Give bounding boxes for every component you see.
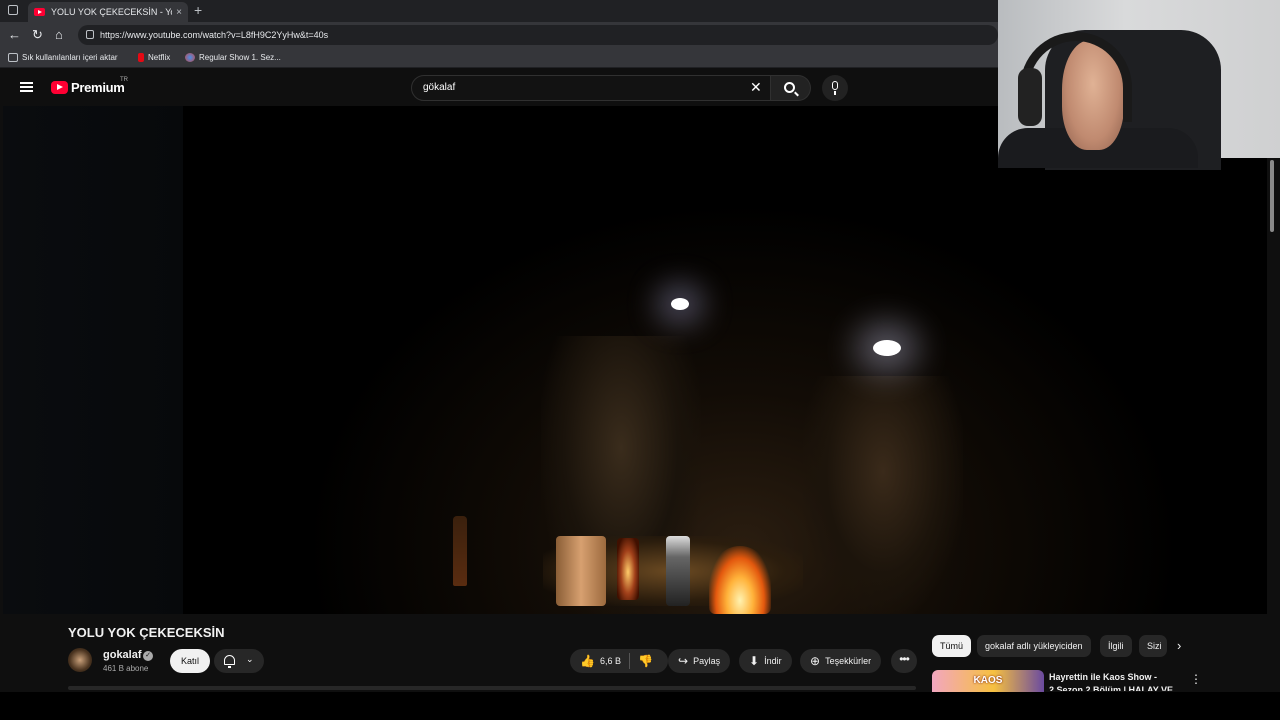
import-icon [8,53,18,62]
chip-for-you[interactable]: Sizi [1139,635,1167,657]
paper-towel-roll [556,536,606,606]
search-input[interactable]: gökalaf [411,75,771,101]
headlamp-light-right [873,340,901,356]
download-button[interactable]: ⬇ İndir [739,649,792,673]
chip-related[interactable]: İlgili [1100,635,1132,657]
recommendation-title[interactable]: Hayrettin ile Kaos Show - 2.Sezon 2.Bölü… [1049,671,1179,691]
search-button[interactable] [771,75,811,101]
bell-icon [224,655,235,668]
youtube-premium-wordmark[interactable]: Premium [71,80,125,95]
region-code: TR [120,77,128,83]
address-bar[interactable]: https://www.youtube.com/watch?v=L8fH9C2Y… [78,25,998,45]
subscriber-count: 461 B abone [103,664,149,673]
join-button[interactable]: Katıl [170,649,210,673]
more-actions-button[interactable]: ••• [891,649,917,673]
chevron-down-icon: ⌄ [246,654,254,664]
bookmark-regular-show[interactable]: Regular Show 1. Sez... [185,53,281,62]
site-info-icon[interactable] [86,30,94,39]
netflix-icon [138,53,144,62]
share-button[interactable]: ↪ Paylaş [668,649,731,673]
browser-tab-active[interactable]: YOLU YOK ÇEKECEKSİN - YouTube × [28,2,188,22]
oil-lantern [617,538,639,600]
bookmark-label: Regular Show 1. Sez... [199,53,281,62]
new-tab-button[interactable]: + [194,2,202,18]
voice-search-button[interactable] [822,75,848,101]
recommendation-menu-icon[interactable]: ⋮ [1190,672,1202,686]
home-button[interactable]: ⌂ [55,27,63,42]
campfire-flame [709,546,771,614]
bookmark-import[interactable]: Sık kullanılanları içeri aktar [8,53,118,62]
youtube-logo-icon[interactable] [51,81,68,94]
menu-icon[interactable] [20,82,33,92]
video-player[interactable] [3,106,1267,614]
chip-from-uploader[interactable]: gokalaf adlı yükleyiciden [977,635,1091,657]
headset-earcup [1018,68,1042,126]
download-icon: ⬇ [749,654,760,668]
window-menu-icon[interactable] [8,5,18,15]
bookmark-label: Netflix [148,53,171,62]
chevron-right-icon[interactable]: › [1177,638,1181,653]
dislike-icon[interactable]: 👎 [638,654,653,668]
recommendation-thumbnail[interactable]: KAOS [932,670,1044,692]
like-icon[interactable]: 👍 [580,654,595,668]
bookmark-label: Sık kullanılanları içeri aktar [22,53,118,62]
subscription-bell-button[interactable]: ⌄ [214,649,264,673]
search-icon [784,82,795,93]
thanks-icon: ⊕ [810,654,821,668]
youtube-favicon-icon [34,8,45,16]
tab-close-icon[interactable]: × [176,7,182,18]
verified-badge-icon: ✓ [143,651,153,661]
thanks-label: Teşekkürler [825,656,872,666]
url-text: https://www.youtube.com/watch?v=L8fH9C2Y… [100,30,329,40]
video-person-right [803,376,963,614]
led-lantern [666,536,690,606]
microphone-icon [832,81,838,95]
back-button[interactable]: ← [8,27,21,42]
thanks-button[interactable]: ⊕ Teşekkürler [800,649,882,673]
like-count[interactable]: 6,6 B [600,656,621,666]
channel-name[interactable]: gokalaf [103,649,142,661]
bottom-black-bar [0,692,1280,720]
like-dislike-group: 👍 6,6 B 👎 [570,649,668,673]
reload-button[interactable]: ↻ [32,27,43,43]
page-scrollbar-track[interactable] [1267,158,1275,686]
chip-all[interactable]: Tümü [932,635,972,657]
tab-title: YOLU YOK ÇEKECEKSİN - YouTube [51,7,172,17]
video-title: YOLU YOK ÇEKECEKSİN [68,625,225,640]
share-icon: ↪ [678,654,689,668]
share-label: Paylaş [693,656,721,666]
site-icon [185,53,195,62]
download-label: İndir [764,656,782,666]
headlamp-light-left [671,298,689,310]
bottle [453,516,467,586]
divider [628,653,630,669]
clear-search-icon[interactable]: ✕ [750,79,762,96]
channel-avatar[interactable] [68,648,92,672]
page-scrollbar-thumb[interactable] [1270,160,1274,232]
bookmark-netflix[interactable]: Netflix [138,53,170,62]
description-box-edge[interactable] [68,686,916,690]
video-letterbox [3,106,183,614]
